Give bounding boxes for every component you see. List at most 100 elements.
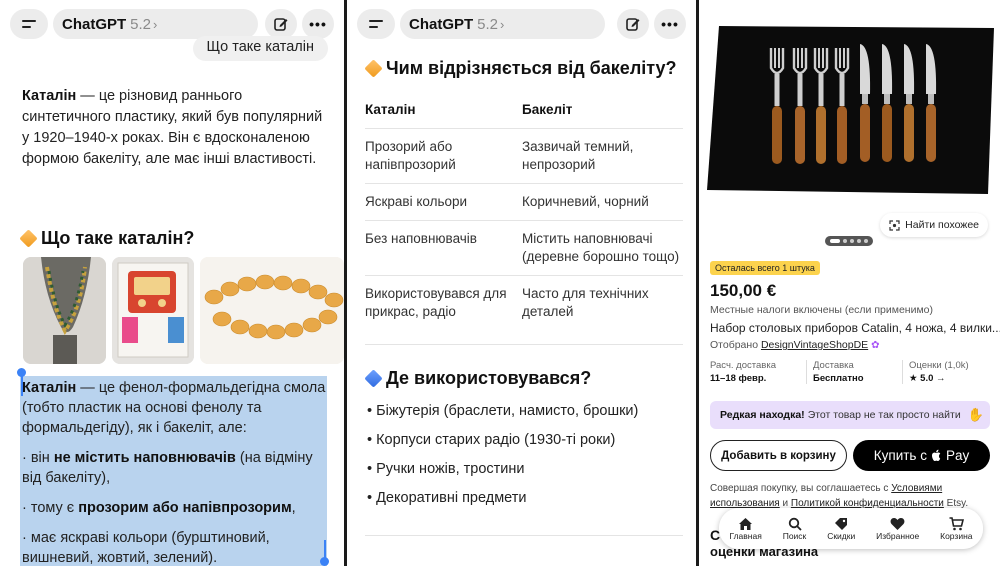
edit-icon — [274, 18, 288, 31]
rare-title: Редкая находка! — [720, 409, 805, 421]
tab-favorites[interactable]: Избранное — [876, 517, 919, 541]
chevron-right-icon: › — [500, 16, 505, 32]
menu-button[interactable] — [10, 9, 48, 39]
section-heading-what: Що таке каталін? — [19, 228, 195, 249]
etsy-listing-panel: Найти похожее Осталась всего 1 штука 150… — [699, 0, 1000, 566]
book-cover-image — [112, 257, 194, 364]
fact-label: Расч. доставка — [710, 360, 776, 371]
bullet-bold: прозорим або напівпрозорим — [78, 500, 292, 516]
uses-list: Біжутерія (браслети, намисто, брошки) Ко… — [367, 399, 687, 515]
blue-diamond-icon — [364, 369, 383, 388]
pager-dot — [864, 239, 868, 243]
body-paragraph: Каталін — це фенол-формальдегідна смола … — [22, 378, 326, 438]
image-thumbnail-beads[interactable] — [200, 257, 344, 364]
tab-cart[interactable]: Корзина — [940, 516, 973, 541]
bullet-text: · тому є — [22, 500, 79, 516]
fact-ratings[interactable]: Оценки (1,0k) ★ 5.0 → — [903, 360, 994, 384]
tab-label: Главная — [729, 530, 762, 541]
new-chat-button[interactable] — [265, 9, 297, 39]
necklace-image — [23, 257, 106, 364]
more-dots-icon: ••• — [661, 16, 679, 32]
divider-line — [365, 344, 683, 345]
more-options-button[interactable]: ••• — [654, 9, 686, 39]
orange-diamond-icon — [364, 59, 383, 78]
heart-icon — [890, 517, 905, 530]
list-item: Корпуси старих радіо (1930-ті роки) — [367, 428, 687, 457]
table-cell: Використовувався для прикрас, радіо — [365, 286, 507, 319]
section-title: Що таке каталін? — [41, 228, 195, 248]
table-row: Використовувався для прикрас, радіо Част… — [365, 276, 683, 330]
table-header: Каталін — [365, 102, 416, 117]
apple-pay-button[interactable]: Купить с Pay — [853, 440, 990, 471]
terms-text: Совершая покупку, вы соглашаетесь с — [710, 483, 892, 494]
fact-label: Оценки (1,0k) — [909, 360, 969, 371]
bullet-text: , — [291, 500, 296, 516]
bottom-tab-bar: Главная Поиск Скидки Избранное Корзина — [719, 508, 983, 549]
seller-label: Отобрано — [710, 339, 759, 351]
home-icon — [739, 517, 753, 530]
model-version: 5.2 — [477, 15, 499, 33]
image-thumbnail-book[interactable] — [112, 257, 194, 364]
chat-panel-1: ChatGPT 5.2 › ••• Що таке каталін Каталі… — [0, 0, 344, 566]
listing-facts: Расч. доставка 11–18 февр. Доставка Бесп… — [710, 360, 994, 384]
product-photo[interactable] — [705, 24, 994, 202]
table-cell: Часто для технічних деталей — [522, 286, 649, 319]
purchase-terms: Совершая покупку, вы соглашаетесь с Усло… — [710, 481, 992, 511]
diamond-hand-icon: ✋ — [967, 407, 984, 422]
list-item: Біжутерія (браслети, намисто, брошки) — [367, 399, 687, 428]
fact-delivery-estimate: Расч. доставка 11–18 февр. — [710, 360, 807, 384]
tab-label: Скидки — [827, 530, 856, 541]
bullet-bold: не містить наповнювачів — [53, 450, 236, 466]
tab-home[interactable]: Главная — [729, 517, 762, 541]
pager-dot — [857, 239, 861, 243]
tab-deals[interactable]: Скидки — [827, 517, 855, 541]
bullet-item: · тому є прозорим або напівпрозорим, — [22, 498, 326, 518]
model-name: ChatGPT — [409, 15, 474, 33]
star-seller-icon: ✿ — [871, 340, 880, 351]
bullet-item: · він не містить наповнювачів (на відмін… — [22, 448, 326, 488]
model-selector[interactable]: ChatGPT 5.2 › — [53, 9, 258, 39]
new-chat-button[interactable] — [617, 9, 649, 39]
table-cell: Коричневий, чорний — [522, 194, 649, 209]
section-heading-uses: Де використовувався? — [364, 368, 592, 389]
chat-panel-2: ChatGPT 5.2 › ••• Чим відрізняється від … — [347, 0, 696, 566]
answer-intro: Каталін — це різновид раннього синтетичн… — [22, 86, 328, 170]
table-cell: Прозорий або напівпрозорий — [365, 139, 456, 172]
find-similar-button[interactable]: Найти похожее — [880, 213, 988, 237]
model-selector[interactable]: ChatGPT 5.2 › — [400, 9, 605, 39]
scan-icon — [889, 219, 900, 231]
tab-label: Поиск — [782, 530, 807, 541]
section-heading-difference: Чим відрізняється від бакеліту? — [364, 58, 677, 79]
list-item: Ручки ножів, тростини — [367, 457, 687, 486]
more-dots-icon: ••• — [309, 16, 327, 32]
table-cell: Яскраві кольори — [365, 194, 468, 209]
table-cell: Зазвичай темний, непрозорий — [522, 139, 634, 172]
add-to-cart-button[interactable]: Добавить в корзину — [710, 440, 847, 471]
apple-logo-icon — [931, 449, 941, 461]
section-title: Чим відрізняється від бакеліту? — [386, 58, 677, 78]
more-options-button[interactable]: ••• — [302, 9, 334, 39]
fact-shipping: Доставка Бесплатно — [807, 360, 903, 384]
bullet-item: · має яскраві кольори (бурштиновий, вишн… — [22, 530, 270, 566]
body-term: Каталін — [22, 380, 77, 396]
model-version: 5.2 — [130, 15, 152, 33]
product-price: 150,00 € — [710, 281, 777, 300]
pager-dot — [843, 239, 847, 243]
selection-start-handle[interactable] — [17, 368, 26, 377]
stock-badge: Осталась всего 1 штука — [710, 261, 820, 275]
product-title[interactable]: Набор столовых приборов Catalin, 4 ножа,… — [710, 321, 1000, 335]
rare-find-banner: Редкая находка! Этот товар не так просто… — [710, 401, 990, 429]
seller-line: Отобрано DesignVintageShopDE ✿ — [710, 339, 879, 351]
shop-link[interactable]: DesignVintageShopDE — [761, 339, 868, 351]
image-pager[interactable] — [825, 236, 873, 246]
fact-value: ★ 5.0 → — [909, 373, 946, 384]
tab-label: Избранное — [876, 530, 920, 541]
section-title: Де використовувався? — [386, 368, 592, 388]
tag-icon — [835, 517, 848, 530]
orange-diamond-icon — [19, 229, 38, 248]
chat-header: ChatGPT 5.2 › ••• — [347, 0, 696, 48]
menu-button[interactable] — [357, 9, 395, 39]
tab-search[interactable]: Поиск — [782, 517, 807, 541]
image-thumbnail-necklace[interactable] — [23, 257, 106, 364]
cutlery-image — [705, 24, 994, 202]
